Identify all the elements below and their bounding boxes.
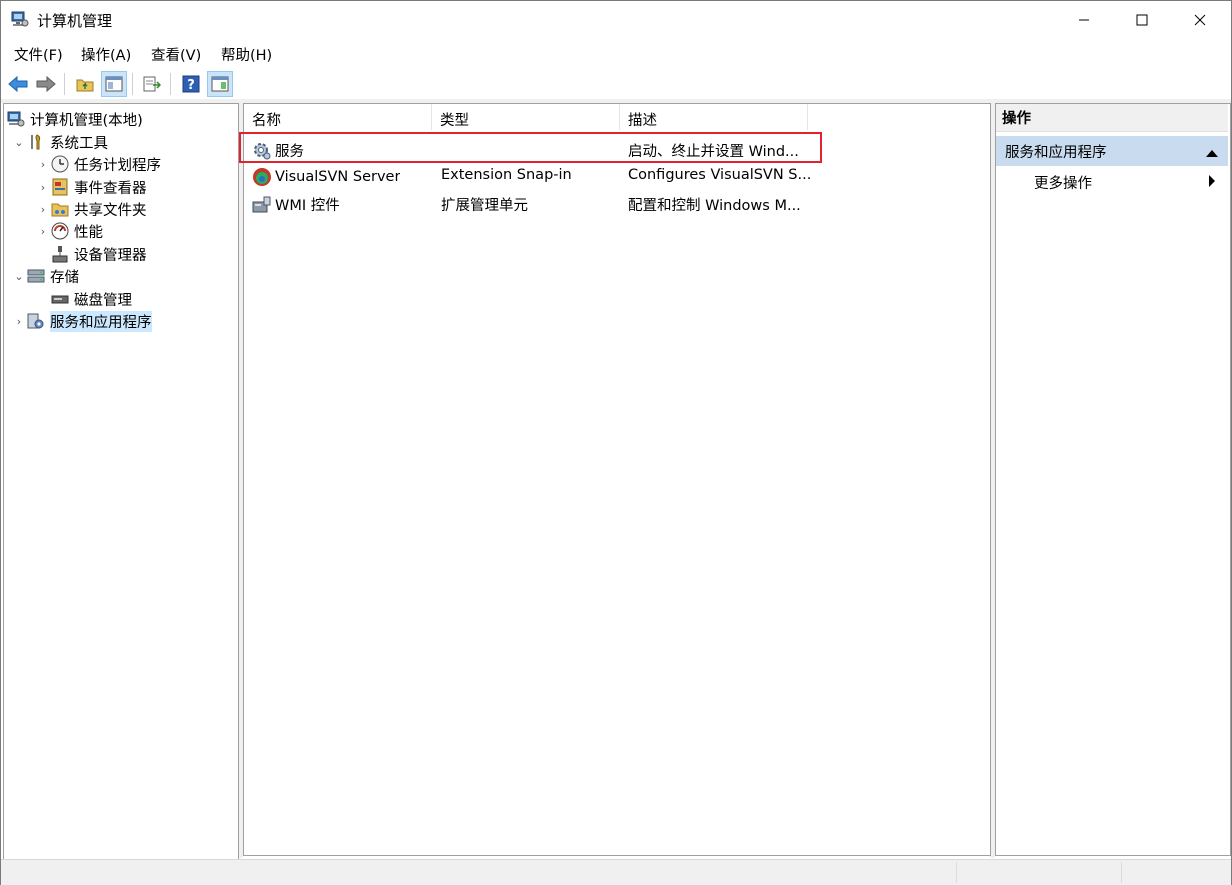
- forward-icon[interactable]: [34, 72, 58, 96]
- tree-label: 性能: [74, 224, 103, 241]
- action-pane-header: 操作: [996, 104, 1228, 132]
- export-list-icon[interactable]: [140, 72, 164, 96]
- chevron-right-icon[interactable]: ›: [12, 315, 26, 328]
- wmi-control-icon: [252, 195, 272, 215]
- list-cell-name: WMI 控件: [252, 194, 340, 215]
- maximize-button[interactable]: [1113, 1, 1171, 39]
- computer-management-icon: [11, 10, 29, 28]
- highlight-annotation: [239, 132, 822, 163]
- tree-item-root[interactable]: 计算机管理(本地): [6, 108, 143, 130]
- tree-item-storage[interactable]: ⌄ 存储: [12, 265, 79, 287]
- list-cell-name: VisualSVN Server: [252, 167, 400, 187]
- window-title: 计算机管理: [37, 12, 113, 30]
- result-list: 名称 类型 描述 服务 启动、终止并设置 Wind... VisualSVN S…: [243, 103, 991, 856]
- action-section-label: 服务和应用程序: [1005, 144, 1107, 161]
- show-hide-tree-icon[interactable]: [101, 71, 127, 97]
- tree-label: 任务计划程序: [74, 157, 161, 174]
- visualsvn-icon: [252, 167, 272, 187]
- column-header-name[interactable]: 名称: [244, 104, 432, 130]
- chevron-right-icon[interactable]: ›: [36, 158, 50, 171]
- toolbar-separator: [132, 73, 133, 95]
- tree-item-system-tools[interactable]: ⌄ 系统工具: [12, 131, 108, 153]
- tree-item-event-viewer[interactable]: › 事件查看器: [36, 176, 147, 198]
- minimize-button[interactable]: [1055, 1, 1113, 39]
- up-folder-icon[interactable]: [73, 72, 97, 96]
- chevron-down-icon[interactable]: ⌄: [12, 270, 26, 283]
- tools-icon: [26, 132, 46, 152]
- column-header-type[interactable]: 类型: [432, 104, 620, 130]
- services-apps-icon: [26, 311, 46, 331]
- tree-label: 设备管理器: [74, 247, 147, 264]
- help-icon[interactable]: ?: [179, 72, 203, 96]
- tree-item-performance[interactable]: › 性能: [36, 220, 103, 242]
- chevron-right-icon[interactable]: ›: [36, 203, 50, 216]
- menu-help[interactable]: 帮助(H): [221, 44, 272, 65]
- tree-label: 服务和应用程序: [50, 310, 152, 332]
- chevron-right-icon[interactable]: ›: [36, 181, 50, 194]
- menu-action[interactable]: 操作(A): [81, 44, 131, 65]
- clock-icon: [50, 154, 70, 174]
- menu-view[interactable]: 查看(V): [151, 44, 201, 65]
- tree-label: 存储: [50, 269, 79, 286]
- chevron-down-icon[interactable]: ⌄: [12, 136, 26, 149]
- tree-item-services-and-applications[interactable]: › 服务和应用程序: [12, 310, 152, 332]
- title-bar: 计算机管理: [1, 1, 1231, 39]
- computer-management-icon: [6, 109, 26, 129]
- status-separator: [956, 862, 957, 883]
- show-hide-action-pane-icon[interactable]: [207, 71, 233, 97]
- device-manager-icon: [50, 244, 70, 264]
- tree-label: 系统工具: [50, 135, 108, 152]
- event-log-icon: [50, 177, 70, 197]
- action-section-services-apps[interactable]: 服务和应用程序: [996, 136, 1228, 166]
- list-row-name-text: WMI 控件: [275, 198, 340, 214]
- tree-label: 事件查看器: [74, 180, 147, 197]
- menu-file[interactable]: 文件(F): [14, 44, 63, 65]
- tree-label: 磁盘管理: [74, 292, 132, 309]
- shared-folder-icon: [50, 199, 70, 219]
- list-cell-description: 配置和控制 Windows M...: [628, 198, 801, 214]
- svg-text:?: ?: [187, 78, 195, 93]
- tree-item-shared-folders[interactable]: › 共享文件夹: [36, 198, 147, 220]
- tree-item-task-scheduler[interactable]: › 任务计划程序: [36, 153, 161, 175]
- toolbar: ?: [1, 69, 1231, 99]
- toolbar-separator: [64, 73, 65, 95]
- collapse-up-icon[interactable]: [1206, 145, 1218, 161]
- status-bar: [1, 859, 1231, 885]
- list-row-visualsvn[interactable]: VisualSVN Server Extension Snap-in Confi…: [244, 163, 990, 189]
- disk-icon: [50, 289, 70, 309]
- list-cell-description: Configures VisualSVN S...: [628, 167, 812, 183]
- list-row-wmi-control[interactable]: WMI 控件 扩展管理单元 配置和控制 Windows M...: [244, 190, 990, 216]
- storage-icon: [26, 266, 46, 286]
- more-actions-label: 更多操作: [1034, 175, 1092, 192]
- tree-item-device-manager[interactable]: 设备管理器: [50, 243, 147, 265]
- toolbar-separator: [170, 73, 171, 95]
- submenu-arrow-icon: [1208, 175, 1216, 191]
- computer-management-window: 计算机管理 文件(F) 操作(A) 查看(V) 帮助(H) ? 计算机管理(本地…: [0, 0, 1232, 885]
- list-cell-type: Extension Snap-in: [441, 167, 572, 183]
- back-icon[interactable]: [6, 72, 30, 96]
- console-tree: 计算机管理(本地) ⌄ 系统工具 › 任务计划程序 › 事件查看器 › 共享文件…: [3, 103, 239, 860]
- menu-bar: 文件(F) 操作(A) 查看(V) 帮助(H): [1, 41, 1231, 67]
- tree-item-disk-management[interactable]: 磁盘管理: [50, 288, 132, 310]
- list-cell-type: 扩展管理单元: [441, 198, 528, 214]
- close-button[interactable]: [1171, 1, 1229, 39]
- list-row-name-text: VisualSVN Server: [275, 169, 401, 185]
- column-header-description[interactable]: 描述: [620, 104, 808, 130]
- tree-label: 计算机管理(本地): [30, 112, 143, 129]
- more-actions-item[interactable]: 更多操作: [996, 168, 1228, 196]
- performance-gauge-icon: [50, 221, 70, 241]
- action-pane: 操作 服务和应用程序 更多操作: [995, 103, 1231, 856]
- tree-label: 共享文件夹: [74, 202, 147, 219]
- chevron-right-icon[interactable]: ›: [36, 225, 50, 238]
- status-separator: [1121, 862, 1122, 883]
